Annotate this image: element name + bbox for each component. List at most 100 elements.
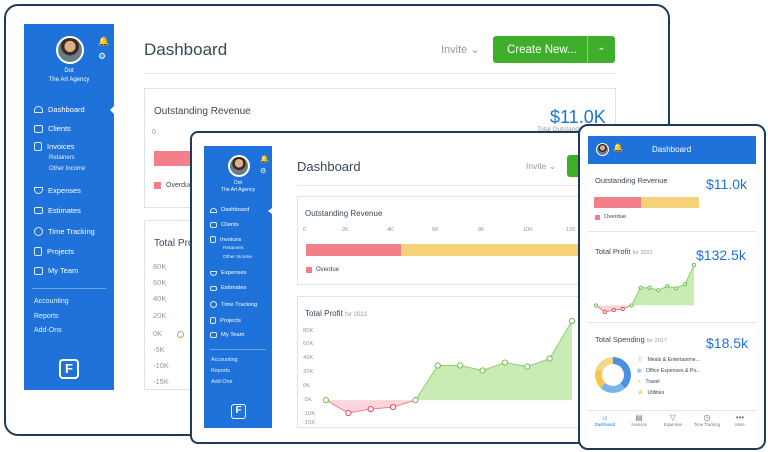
profit-point[interactable] (322, 397, 330, 404)
sidebar-item-time-tracking[interactable]: Time Tracking (210, 301, 257, 308)
profit-point[interactable] (412, 397, 419, 404)
company-name: The Art Agency (221, 187, 255, 193)
profit-point[interactable] (524, 363, 531, 370)
profit-point[interactable] (434, 362, 441, 369)
profit-point (177, 331, 184, 338)
outstanding-bar (401, 244, 580, 256)
profit-total: $132.5k (696, 247, 746, 263)
sidebar-item-time-tracking[interactable]: Time Tracking (34, 227, 95, 236)
sidebar-item-reports[interactable]: Reports (211, 368, 230, 374)
profit-point[interactable] (345, 409, 352, 417)
phone-spending-card: Total Spending for 2017 $18.5k 🍴 Meals & … (588, 325, 756, 409)
outstanding-bar (641, 197, 699, 208)
profit-point[interactable] (594, 303, 599, 308)
profit-point[interactable] (638, 285, 643, 290)
header-divider (297, 185, 579, 186)
bell-icon[interactable]: 🔔 (98, 36, 109, 47)
sidebar-divider (32, 288, 106, 289)
profit-positive-area (326, 321, 572, 401)
overdue-bar (154, 151, 194, 166)
sidebar-item-invoices[interactable]: Invoices (210, 236, 241, 243)
spending-legend-item: ▦ Office Expenses & Po... (637, 368, 701, 374)
page-title: Dashboard (144, 40, 228, 59)
profit-point[interactable] (546, 355, 553, 362)
tab-expenses[interactable]: ▽ Expenses (656, 413, 690, 427)
y-tick: 40K (153, 294, 167, 303)
sidebar-item-estimates[interactable]: Estimates (34, 206, 81, 215)
sidebar-item-retainers[interactable]: Retainers (223, 246, 244, 251)
axis-tick: 8K (478, 227, 485, 233)
sidebar-item-dashboard[interactable]: Dashboard (34, 105, 85, 114)
profit-point[interactable] (389, 403, 397, 411)
more-icon: ••• (735, 413, 745, 422)
phone-header: 🔔 Dashboard (588, 136, 756, 164)
sidebar-item-projects[interactable]: Projects (210, 317, 241, 324)
profit-positive-area (596, 265, 694, 306)
phone-profit-chart (594, 262, 696, 315)
sidebar-item-clients[interactable]: Clients (210, 222, 239, 228)
profit-point[interactable] (682, 282, 688, 287)
sidebar-item-add-ons[interactable]: Add-Ons (211, 379, 232, 385)
sidebar-item-retainers[interactable]: Retainers (49, 155, 75, 161)
sidebar-item-estimates[interactable]: Estimates (210, 285, 246, 291)
tab-time-tracking[interactable]: ◷ Time Tracking (690, 413, 724, 427)
sidebar-item-other-income[interactable]: Other Income (223, 255, 252, 260)
profit-point[interactable] (568, 317, 576, 325)
avatar[interactable] (596, 143, 609, 156)
profit-point[interactable] (479, 367, 486, 374)
sidebar-item-expenses[interactable]: Expenses (210, 270, 246, 276)
tab-invoices[interactable]: ▤ Invoices (622, 413, 656, 427)
sidebar-item-reports[interactable]: Reports (34, 313, 59, 320)
invite-dropdown[interactable]: Invite ⌄ (526, 161, 556, 172)
chevron-down-icon[interactable]: ⌄ (587, 36, 615, 63)
profit-point[interactable] (629, 303, 634, 308)
dashboard-icon (34, 106, 43, 113)
profit-card: Total Profit for 2021 80K 60K 40K 20K 0K… (297, 296, 579, 428)
sidebar-item-projects[interactable]: Projects (34, 247, 74, 256)
team-icon (210, 332, 217, 338)
profit-point[interactable] (611, 307, 616, 313)
profit-point[interactable] (620, 306, 625, 312)
sidebar-item-my-team[interactable]: My Team (34, 266, 78, 275)
profit-point[interactable] (602, 309, 608, 315)
invite-dropdown[interactable]: Invite ⌄ (441, 43, 480, 56)
avatar[interactable] (56, 36, 84, 64)
profit-point[interactable] (457, 362, 464, 369)
sidebar-item-expenses[interactable]: Expenses (34, 186, 81, 195)
sidebar-item-dashboard[interactable]: Dashboard (210, 207, 249, 213)
y-tick: -15K (303, 420, 316, 426)
profit-point[interactable] (691, 262, 696, 268)
profit-point[interactable] (501, 359, 509, 366)
spending-total: $18.5k (706, 335, 749, 351)
axis-tick: 10K (523, 227, 533, 233)
sidebar-divider (210, 349, 266, 350)
y-tick: -5K (303, 397, 313, 403)
bell-icon[interactable]: 🔔 (260, 155, 269, 163)
profit-point[interactable] (665, 284, 670, 289)
avatar[interactable] (228, 155, 250, 177)
sidebar-item-other-income[interactable]: Other Income (49, 166, 85, 172)
sidebar-item-my-team[interactable]: My Team (210, 332, 244, 338)
bell-icon[interactable]: 🔔 (613, 143, 623, 152)
profit-point[interactable] (674, 286, 679, 291)
sidebar-item-accounting[interactable]: Accounting (34, 298, 69, 305)
invoices-icon (210, 236, 216, 243)
sidebar-item-clients[interactable]: Clients (34, 124, 71, 133)
create-new-button[interactable]: Create New... ⌄ (493, 36, 615, 63)
sidebar-item-accounting[interactable]: Accounting (211, 357, 238, 363)
sidebar-item-add-ons[interactable]: Add-Ons (34, 327, 62, 334)
chevron-down-icon: ⌄ (470, 44, 480, 56)
sidebar-item-invoices[interactable]: Invoices (34, 142, 75, 151)
tab-dashboard[interactable]: ☼ Dashboard (588, 413, 622, 427)
chevron-down-icon: ⌄ (548, 161, 556, 171)
gear-icon[interactable]: ⚙ (260, 167, 266, 175)
meals-icon: 🍴 (637, 357, 644, 363)
page-title: Dashboard (297, 159, 361, 174)
profit-point[interactable] (656, 288, 661, 293)
tab-more[interactable]: ••• More (724, 413, 756, 427)
gear-icon[interactable]: ⚙ (98, 51, 106, 62)
sidebar-item-label: Dashboard (48, 105, 85, 114)
y-tick: -10K (303, 411, 316, 417)
profit-point[interactable] (647, 285, 652, 290)
profit-point[interactable] (367, 405, 374, 413)
